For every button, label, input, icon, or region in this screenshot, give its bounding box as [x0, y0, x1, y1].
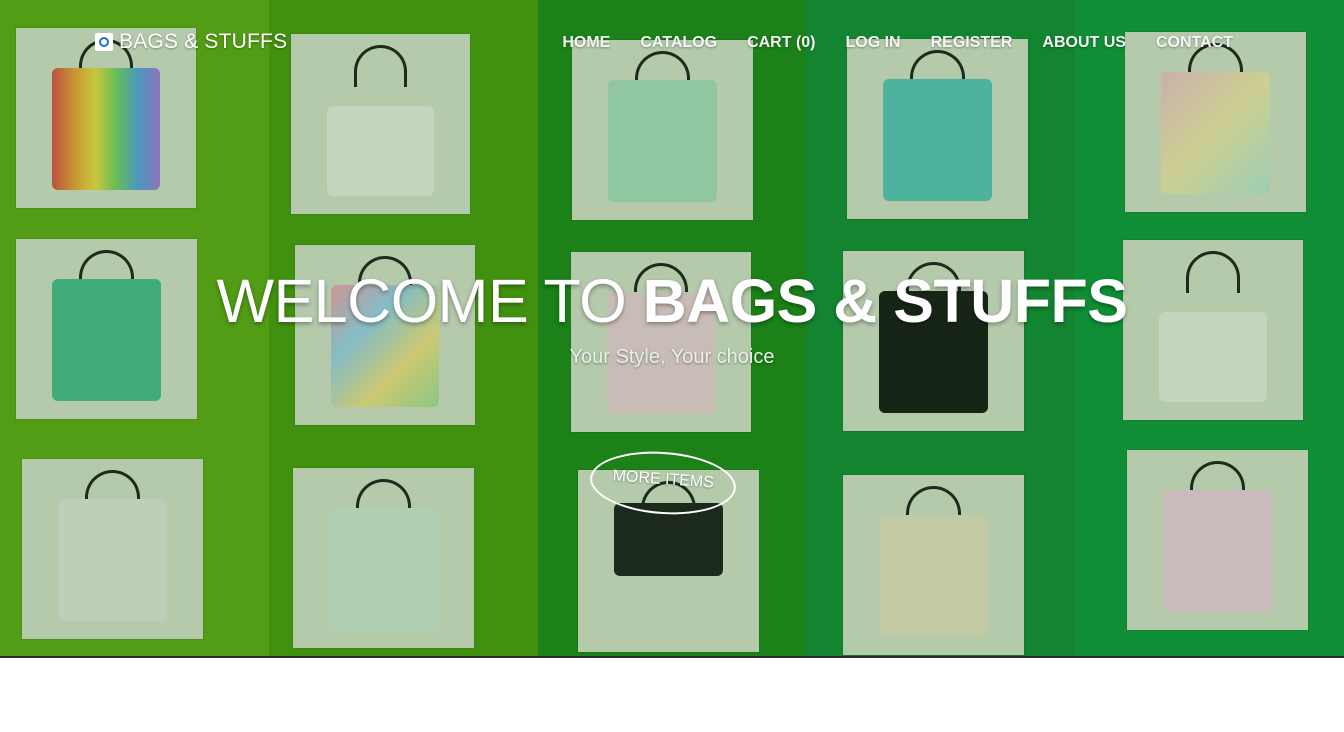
nav-about-link[interactable]: ABOUT US	[1042, 34, 1126, 52]
nav-contact-link[interactable]: CONTACT	[1156, 34, 1233, 52]
nav-login-link[interactable]: LOG IN	[846, 34, 901, 52]
brand-name: BAGS & STUFFS	[119, 30, 288, 53]
nav-catalog-link[interactable]: CATALOG	[640, 34, 717, 52]
top-navbar: BAGS & STUFFS HOME CATALOG CART (0) LOG …	[0, 0, 1344, 86]
nav-register-link[interactable]: REGISTER	[931, 34, 1013, 52]
hero-tagline: Your Style, Your choice	[569, 346, 775, 368]
nav-cart-link[interactable]: CART (0)	[747, 34, 815, 52]
brand-link[interactable]: BAGS & STUFFS	[95, 30, 287, 54]
hero-headline-light: WELCOME TO	[216, 267, 643, 335]
bag-logo-icon	[95, 33, 113, 51]
hero-section: BAGS & STUFFS HOME CATALOG CART (0) LOG …	[0, 0, 1344, 658]
hero-headline: WELCOME TO BAGS & STUFFS	[0, 266, 1344, 336]
main-menu: HOME CATALOG CART (0) LOG IN REGISTER AB…	[562, 34, 1233, 52]
hero-headline-bold: BAGS & STUFFS	[642, 267, 1128, 335]
nav-home-link[interactable]: HOME	[562, 34, 610, 52]
